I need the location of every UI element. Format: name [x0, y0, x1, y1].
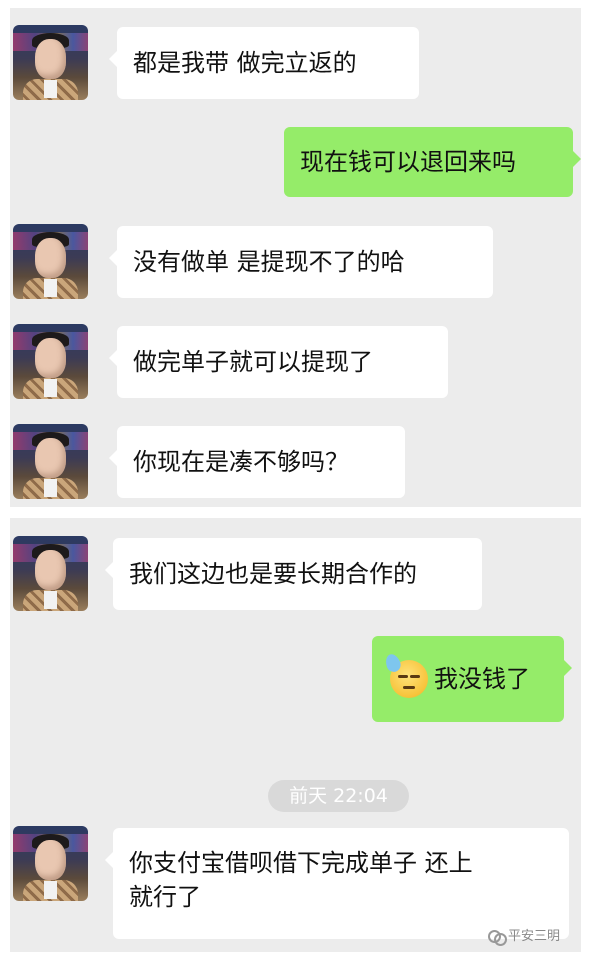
message-text-line: 你支付宝借呗借下完成单子 还上 [129, 849, 473, 877]
message-text: 现在钱可以退回来吗 [300, 148, 516, 176]
contact-avatar[interactable] [13, 224, 88, 299]
wechat-channel-icon [488, 928, 507, 946]
message-text-line: 就行了 [129, 883, 201, 911]
message-text: 我们这边也是要长期合作的 [129, 560, 417, 588]
contact-avatar[interactable] [13, 536, 88, 611]
sent-message-bubble[interactable]: 我没钱了 [372, 636, 572, 722]
received-message-bubble[interactable]: 我们这边也是要长期合作的 [105, 538, 482, 610]
chat-timestamp: 前天 22:04 [268, 780, 409, 812]
contact-avatar[interactable] [13, 826, 88, 901]
contact-avatar[interactable] [13, 424, 88, 499]
contact-avatar[interactable] [13, 324, 88, 399]
watermark-text: 平安三明 [508, 929, 561, 944]
message-text: 都是我带 做完立返的 [133, 49, 357, 77]
watermark: 平安三明 [488, 925, 561, 946]
message-text: 没有做单 是提现不了的哈 [133, 248, 405, 276]
received-message-bubble[interactable]: 你现在是凑不够吗？ [109, 426, 405, 498]
message-text: 做完单子就可以提现了 [133, 348, 373, 376]
sweat-face-emoji-icon [383, 652, 428, 698]
received-message-bubble[interactable]: 都是我带 做完立返的 [109, 27, 419, 99]
sent-message-bubble[interactable]: 现在钱可以退回来吗 [284, 127, 581, 197]
received-message-bubble[interactable]: 做完单子就可以提现了 [109, 326, 448, 398]
message-text: 你现在是凑不够吗？ [133, 448, 349, 476]
message-text: 我没钱了 [434, 665, 530, 693]
contact-avatar[interactable] [13, 25, 88, 100]
received-message-bubble[interactable]: 你支付宝借呗借下完成单子 还上 就行了 [105, 828, 569, 939]
received-message-bubble[interactable]: 没有做单 是提现不了的哈 [109, 226, 493, 298]
